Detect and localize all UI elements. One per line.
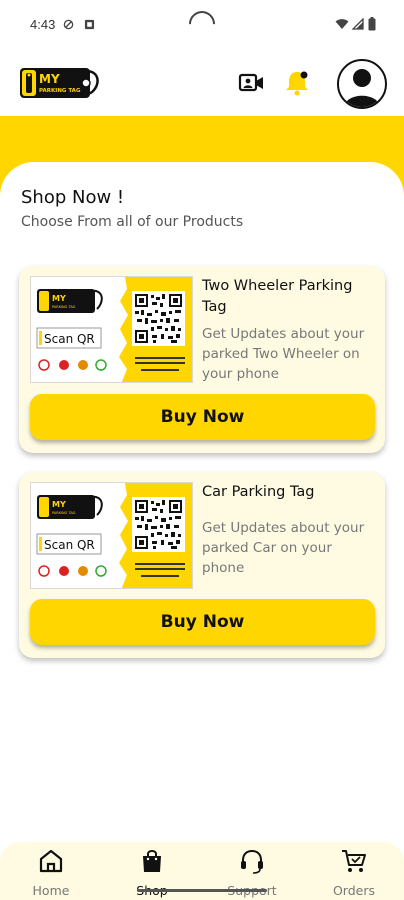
logo-image: MY PARKING TAG [20, 68, 99, 98]
svg-text:MY: MY [52, 294, 66, 303]
nav-label: Home [32, 883, 70, 898]
avatar-icon [344, 69, 380, 107]
notifications-button[interactable] [282, 68, 312, 98]
status-bar: 4:43 [0, 0, 404, 48]
battery-icon [368, 17, 376, 31]
product-image: MY PARKING TAG Scan QR [30, 482, 193, 589]
video-call-icon [238, 73, 263, 92]
buy-now-button[interactable]: Buy Now [30, 394, 375, 440]
product-card-two-wheeler[interactable]: MY PARKING TAG Scan QR Two Wheeler Parki… [19, 266, 385, 453]
product-description: Get Updates about your parked Two Wheele… [202, 326, 365, 382]
product-card-car[interactable]: MY PARKING TAG Scan QR Car Parking Tag G… [19, 472, 385, 658]
page-subtitle: Choose From all of our Products [21, 214, 244, 230]
cart-icon [342, 850, 366, 872]
product-description: Get Updates about your parked Car on you… [202, 520, 365, 576]
do-not-disturb-icon [63, 19, 74, 30]
logo-text-parking: PARKING TAG [39, 88, 81, 94]
home-icon [39, 849, 63, 873]
app-logo[interactable]: MY PARKING TAG [20, 64, 102, 102]
product-name: Car Parking Tag [202, 484, 315, 500]
product-image: MY PARKING TAG Scan QR [30, 276, 193, 383]
product-name: Two Wheeler Parking Tag [202, 278, 353, 315]
notification-icon [84, 19, 95, 30]
nav-item-home[interactable]: Home [11, 842, 91, 900]
buy-now-button[interactable]: Buy Now [30, 599, 375, 645]
loading-spinner-icon [183, 5, 221, 43]
tag-scan-label: Scan QR [44, 332, 95, 346]
shopping-bag-icon [143, 850, 161, 872]
gesture-bar [137, 889, 267, 892]
svg-text:PARKING TAG: PARKING TAG [52, 511, 76, 515]
status-time: 4:43 [30, 17, 56, 32]
nav-item-orders[interactable]: Orders [314, 842, 394, 900]
nav-label: Orders [332, 883, 376, 898]
svg-text:MY: MY [52, 500, 66, 509]
profile-avatar[interactable] [337, 59, 387, 109]
app-header: MY PARKING TAG [0, 50, 404, 116]
video-call-button[interactable] [237, 68, 267, 98]
tag-scan-label: Scan QR [44, 538, 95, 552]
logo-text-my: MY [39, 72, 60, 86]
headset-icon [241, 849, 263, 874]
wifi-icon [335, 19, 349, 29]
bell-icon [286, 71, 308, 96]
svg-text:PARKING TAG: PARKING TAG [52, 305, 76, 309]
cell-signal-icon [352, 18, 364, 30]
page-title: Shop Now ! [21, 187, 125, 208]
